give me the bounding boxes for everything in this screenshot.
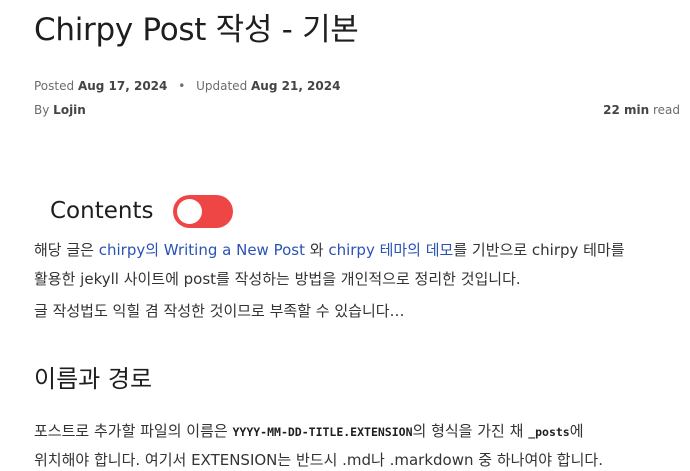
writing-new-post-link[interactable]: chirpy의 Writing a New Post bbox=[99, 241, 305, 259]
theme-demo-link[interactable]: chirpy 테마의 데모 bbox=[328, 241, 453, 259]
intro-line-2: 활용한 jekyll 사이트에 post를 작성하는 방법을 개인적으로 정리한… bbox=[34, 270, 521, 288]
post-author: By Lojin bbox=[34, 102, 86, 118]
by-label: By bbox=[34, 103, 50, 117]
toc-label: Contents bbox=[50, 198, 154, 224]
post-page: Chirpy Post 작성 - 기본 Posted Aug 17, 2024 … bbox=[0, 0, 690, 469]
author-name[interactable]: Lojin bbox=[53, 103, 86, 117]
post-dates: Posted Aug 17, 2024 • Updated Aug 21, 20… bbox=[34, 78, 340, 94]
section-paragraph: 포스트로 추가할 파일의 이름은 YYYY-MM-DD-TITLE.EXTENS… bbox=[34, 421, 584, 443]
toc-toggle[interactable] bbox=[173, 194, 234, 228]
toggle-knob bbox=[177, 198, 203, 224]
read-time-value: 22 min bbox=[603, 103, 650, 117]
intro-line-3: 글 작성법도 익힐 겸 작성한 것이므로 부족할 수 있습니다… bbox=[34, 302, 405, 320]
section-text: 의 형식을 가진 채 bbox=[412, 422, 529, 440]
read-time: 22 min read bbox=[603, 102, 680, 118]
section-text: 에 bbox=[569, 422, 584, 440]
toc-header: Contents bbox=[50, 193, 234, 229]
post-title: Chirpy Post 작성 - 기본 bbox=[34, 12, 359, 48]
intro-text: 해당 글은 bbox=[34, 241, 99, 259]
posted-label: Posted bbox=[34, 79, 75, 93]
meta-separator: • bbox=[178, 79, 186, 93]
section-paragraph-cut: 위치해야 합니다. 여기서 EXTENSION는 반드시 .md나 .markd… bbox=[34, 451, 603, 469]
section-heading: 이름과 경로 bbox=[34, 365, 153, 393]
intro-line-1: 해당 글은 chirpy의 Writing a New Post 와 chirp… bbox=[34, 240, 625, 261]
updated-label: Updated bbox=[196, 79, 248, 93]
posts-dir-code: _posts bbox=[528, 425, 570, 439]
read-time-suffix: read bbox=[652, 103, 680, 117]
filename-format-code: YYYY-MM-DD-TITLE.EXTENSION bbox=[232, 425, 413, 439]
intro-text: 와 bbox=[304, 241, 329, 259]
intro-text: 를 기반으로 chirpy 테마를 bbox=[453, 241, 625, 259]
posted-date: Aug 17, 2024 bbox=[77, 79, 168, 93]
section-text: 포스트로 추가할 파일의 이름은 bbox=[34, 422, 233, 440]
updated-date: Aug 21, 2024 bbox=[251, 79, 341, 93]
